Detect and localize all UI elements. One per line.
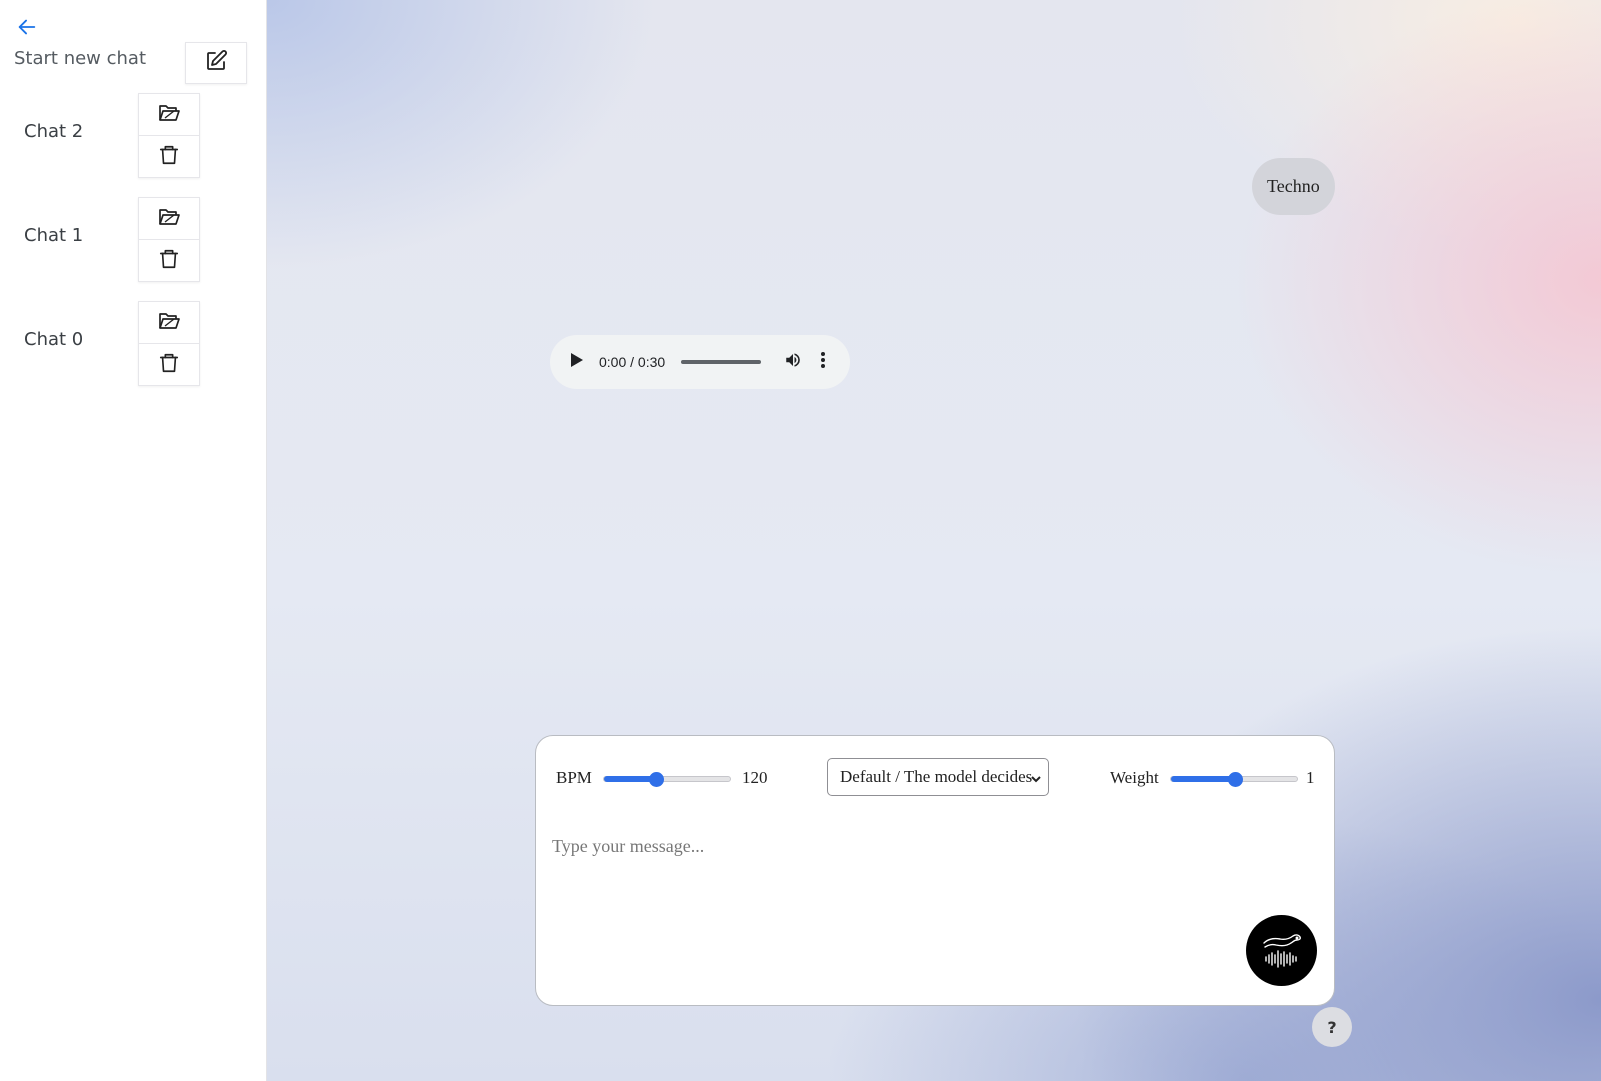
weight-slider-fill xyxy=(1171,776,1235,782)
play-button[interactable] xyxy=(567,352,587,372)
audio-time: 0:00 / 0:30 xyxy=(599,354,666,370)
weight-slider[interactable] xyxy=(1170,772,1298,787)
open-chat-button[interactable] xyxy=(139,198,199,239)
chat-actions xyxy=(138,93,200,178)
help-label: ? xyxy=(1327,1017,1337,1037)
trash-icon xyxy=(158,248,180,274)
user-message-text: Techno xyxy=(1267,176,1320,196)
message-composer: BPM 120 Default / The model decides Weig… xyxy=(535,735,1335,1006)
audio-player: 0:00 / 0:30 xyxy=(550,335,850,389)
audio-more-button[interactable] xyxy=(813,351,833,374)
user-message-bubble: Techno xyxy=(1252,158,1335,215)
message-input[interactable] xyxy=(552,826,1312,866)
weight-slider-thumb[interactable] xyxy=(1228,772,1243,787)
volume-icon xyxy=(784,351,802,374)
back-button[interactable] xyxy=(14,16,40,42)
weight-label: Weight xyxy=(1110,768,1159,787)
chat-name[interactable]: Chat 0 xyxy=(24,329,83,350)
folder-open-icon xyxy=(157,101,181,129)
delete-chat-button[interactable] xyxy=(139,239,199,281)
chat-actions xyxy=(138,301,200,386)
chat-main: Techno 0:00 / 0:30 BPM 120 Default / The… xyxy=(267,0,1601,1081)
chat-list: Chat 2 Chat 1 Chat 0 xyxy=(0,93,267,405)
new-chat-label: Start new chat xyxy=(14,48,147,69)
delete-chat-button[interactable] xyxy=(139,135,199,177)
open-chat-button[interactable] xyxy=(139,302,199,343)
help-button[interactable]: ? xyxy=(1312,1007,1352,1047)
bpm-value: 120 xyxy=(742,768,768,787)
mode-select[interactable]: Default / The model decides xyxy=(827,758,1049,796)
volume-button[interactable] xyxy=(783,352,803,372)
chat-item[interactable]: Chat 2 xyxy=(0,93,267,197)
more-vertical-icon xyxy=(820,351,826,374)
bpm-slider[interactable] xyxy=(603,772,731,787)
play-icon xyxy=(570,352,584,373)
new-chat-button[interactable] xyxy=(185,42,247,84)
chat-name[interactable]: Chat 1 xyxy=(24,225,83,246)
chat-name[interactable]: Chat 2 xyxy=(24,121,83,142)
chat-actions xyxy=(138,197,200,282)
sidebar: Start new chat Chat 2 Chat 1 Chat 0 xyxy=(0,0,267,1081)
composer-controls: BPM 120 Default / The model decides Weig… xyxy=(536,758,1334,798)
audio-seek-bar[interactable] xyxy=(681,360,762,364)
bpm-slider-thumb[interactable] xyxy=(649,772,665,787)
chat-item[interactable]: Chat 1 xyxy=(0,197,267,301)
bpm-label: BPM xyxy=(556,768,592,787)
delete-chat-button[interactable] xyxy=(139,343,199,385)
open-chat-button[interactable] xyxy=(139,94,199,135)
chevron-down-icon xyxy=(1030,770,1042,790)
arrow-left-icon xyxy=(16,16,38,42)
otter-waveform-logo-icon xyxy=(1258,929,1306,973)
mode-select-value: Default / The model decides xyxy=(840,767,1033,786)
folder-open-icon xyxy=(157,205,181,233)
folder-open-icon xyxy=(157,309,181,337)
chat-item[interactable]: Chat 0 xyxy=(0,301,267,405)
weight-value: 1 xyxy=(1306,768,1315,787)
send-button[interactable] xyxy=(1246,915,1317,986)
trash-icon xyxy=(158,352,180,378)
edit-icon xyxy=(204,49,228,77)
trash-icon xyxy=(158,144,180,170)
